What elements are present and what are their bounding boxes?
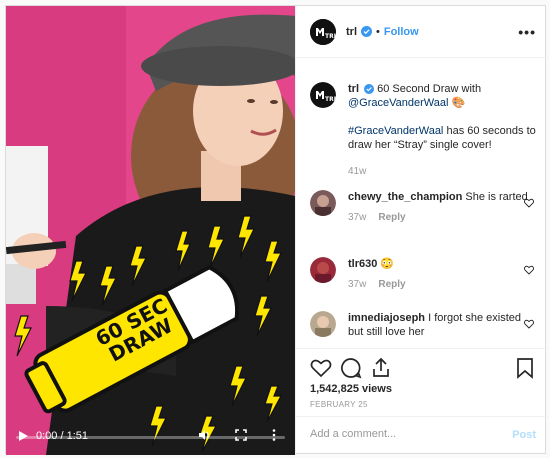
- comment-icon[interactable]: [340, 357, 362, 379]
- video-controls: 0:00 / 1:51: [6, 415, 295, 455]
- comment-time: 37w: [348, 279, 367, 290]
- comment-item: chewy_the_champion She is rarted 37w Repl…: [310, 190, 536, 223]
- reply-button[interactable]: Reply: [378, 212, 405, 223]
- post-panel: TRL trl • Follow ••• TRL trl 60 Second D…: [295, 6, 548, 455]
- bookmark-icon[interactable]: [514, 357, 536, 379]
- avatar[interactable]: [310, 311, 336, 337]
- svg-text:TRL: TRL: [325, 33, 336, 40]
- post-date[interactable]: FEBRUARY 25: [310, 400, 368, 409]
- share-icon[interactable]: [370, 357, 392, 379]
- caption-time: 41w: [348, 166, 367, 177]
- caption-hashtag[interactable]: #GraceVanderWaal: [348, 125, 443, 137]
- avatar[interactable]: [310, 190, 336, 216]
- add-comment-bar: Post: [296, 416, 548, 455]
- more-horizontal-icon[interactable]: •••: [518, 24, 536, 40]
- comment-username[interactable]: tlr630: [348, 258, 377, 270]
- svg-text:TRL: TRL: [325, 96, 336, 103]
- video-frame: [6, 6, 295, 455]
- video-time: 0:00 / 1:51: [36, 430, 88, 442]
- post-actions: 1,542,825 views FEBRUARY 25: [296, 348, 548, 416]
- post-button[interactable]: Post: [512, 429, 536, 441]
- video-player[interactable]: 60 SEC DRAW 0:00 / 1:51: [6, 6, 295, 455]
- caption: TRL trl 60 Second Draw with @GraceVander…: [310, 82, 536, 177]
- mtv-logo-icon: TRL: [310, 18, 336, 45]
- more-vertical-icon[interactable]: [272, 429, 276, 441]
- comment-input[interactable]: [310, 428, 490, 440]
- like-heart-icon[interactable]: [310, 357, 332, 379]
- avatar[interactable]: TRL: [310, 82, 336, 108]
- palette-emoji-icon: 🎨: [451, 97, 466, 109]
- caption-mention[interactable]: @GraceVanderWaal: [348, 97, 448, 109]
- comment-time: 37w: [348, 212, 367, 223]
- follow-button[interactable]: Follow: [384, 26, 419, 38]
- heart-icon[interactable]: [524, 319, 534, 329]
- mtv-logo-icon: TRL: [310, 82, 336, 108]
- comment-text: 😳: [380, 258, 395, 270]
- header-username[interactable]: trl: [346, 26, 357, 38]
- heart-icon[interactable]: [524, 265, 534, 275]
- caption-username[interactable]: trl: [348, 83, 359, 95]
- avatar[interactable]: TRL: [310, 18, 336, 45]
- verified-icon: [364, 84, 375, 95]
- view-count: 1,542,825 views: [310, 383, 392, 395]
- header-separator: •: [376, 25, 380, 38]
- avatar[interactable]: [310, 257, 336, 283]
- comments-list: TRL trl 60 Second Draw with @GraceVander…: [296, 58, 548, 348]
- comment-username[interactable]: chewy_the_champion: [348, 191, 462, 203]
- volume-icon[interactable]: [198, 429, 210, 441]
- comment-item: tlr630 😳 37w Reply: [310, 257, 536, 290]
- post-frame: 60 SEC DRAW 0:00 / 1:51 TRL trl • Follow…: [5, 5, 548, 455]
- comment-username[interactable]: imnediajoseph: [348, 312, 425, 324]
- post-header: TRL trl • Follow •••: [296, 6, 548, 58]
- comment-text: She is rarted: [465, 191, 528, 203]
- reply-button[interactable]: Reply: [378, 279, 405, 290]
- play-icon[interactable]: [18, 431, 28, 441]
- fullscreen-icon[interactable]: [235, 429, 247, 441]
- comment-item: imnediajoseph I forgot she existed but s…: [310, 311, 536, 339]
- caption-text-1: 60 Second Draw with: [377, 83, 482, 95]
- heart-icon[interactable]: [524, 198, 534, 208]
- verified-icon: [361, 26, 372, 37]
